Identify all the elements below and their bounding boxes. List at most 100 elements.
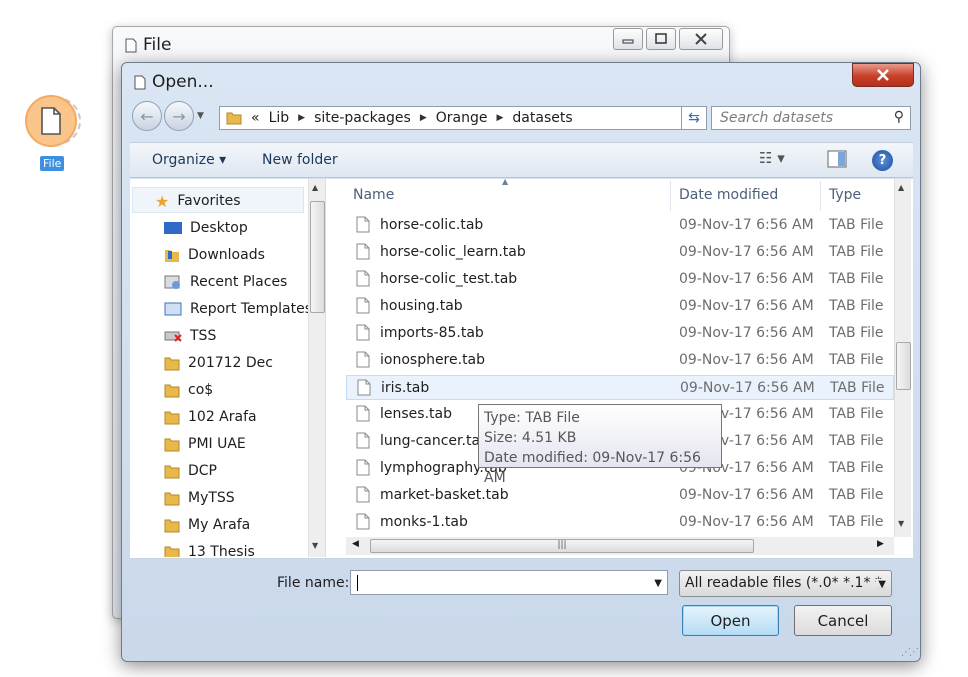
- file-type: TAB File: [829, 325, 884, 341]
- file-list-scrollbar[interactable]: ▲ ▼: [894, 179, 911, 537]
- file-type: TAB File: [829, 244, 884, 260]
- refresh-button[interactable]: ⇆: [681, 106, 707, 130]
- column-header-date[interactable]: Date modified: [679, 187, 778, 203]
- nav-scroll-thumb[interactable]: [310, 201, 325, 313]
- minimize-button[interactable]: [613, 28, 643, 50]
- search-placeholder: Search datasets: [720, 110, 834, 126]
- crumb-orange[interactable]: Orange: [436, 110, 488, 126]
- file-name: horse-colic_test.tab: [380, 271, 518, 287]
- history-dropdown-icon[interactable]: ▼: [197, 111, 204, 121]
- nav-item-downloads[interactable]: Downloads: [164, 243, 265, 267]
- sort-ascending-icon: ▲: [502, 177, 509, 186]
- nav-item-label: 201712 Dec: [188, 355, 273, 371]
- nav-scrollbar[interactable]: ▲ ▼: [308, 179, 325, 557]
- nav-item-folder[interactable]: 201712 Dec: [164, 351, 273, 375]
- file-name-input[interactable]: ▼: [350, 570, 668, 595]
- crumb-lib[interactable]: Lib: [269, 110, 290, 126]
- scroll-down-icon[interactable]: ▼: [898, 519, 904, 528]
- open-button[interactable]: Open: [682, 605, 779, 636]
- chevron-down-icon[interactable]: ▼: [876, 579, 886, 590]
- nav-item-folder[interactable]: DCP: [164, 459, 217, 483]
- nav-item-folder[interactable]: My Arafa: [164, 513, 250, 537]
- file-row[interactable]: housing.tab 09-Nov-17 6:56 AM TAB File: [346, 294, 894, 319]
- chevron-right-icon[interactable]: ▶: [420, 113, 427, 123]
- nav-item-report-templates[interactable]: Report Templates: [164, 297, 312, 321]
- file-scroll-thumb[interactable]: [896, 342, 911, 390]
- file-date: 09-Nov-17 6:56 AM: [679, 244, 814, 260]
- file-type-select[interactable]: All readable files (*.0* *.1* *. ▼: [679, 570, 892, 597]
- search-input[interactable]: Search datasets ⚲: [711, 106, 911, 130]
- file-row[interactable]: iris.tab 09-Nov-17 6:56 AM TAB File: [346, 375, 894, 400]
- scroll-left-icon[interactable]: ◀: [352, 539, 359, 549]
- back-button[interactable]: ←: [132, 101, 162, 131]
- tooltip-size: Size: 4.51 KB: [484, 430, 577, 446]
- nav-item-label: PMI UAE: [188, 436, 246, 452]
- chevron-right-icon[interactable]: ▶: [298, 113, 305, 123]
- file-type: TAB File: [829, 433, 884, 449]
- file-row[interactable]: monks-1.tab 09-Nov-17 6:56 AM TAB File: [346, 510, 894, 535]
- nav-item-label: My Arafa: [188, 517, 251, 533]
- horizontal-scrollbar[interactable]: ◀ ||| ▶: [346, 537, 894, 555]
- nav-item-desktop[interactable]: Desktop: [164, 216, 248, 240]
- desktop-icon: [164, 222, 182, 234]
- minimize-icon: [622, 39, 634, 44]
- dialog-title: Open...: [134, 72, 214, 92]
- file-icon: [356, 270, 370, 291]
- resize-grip-icon[interactable]: ⋰⋰: [901, 647, 919, 658]
- scroll-right-icon[interactable]: ▶: [877, 539, 884, 549]
- scroll-up-icon[interactable]: ▲: [312, 183, 318, 192]
- file-date: 09-Nov-17 6:56 AM: [679, 352, 814, 368]
- address-bar[interactable]: « Lib ▶ site-packages ▶ Orange ▶ dataset…: [219, 106, 703, 130]
- file-name-dropdown-icon[interactable]: ▼: [654, 578, 662, 589]
- maximize-button[interactable]: [646, 28, 676, 50]
- nav-item-folder[interactable]: MyTSS: [164, 486, 235, 510]
- dialog-close-button[interactable]: [852, 63, 914, 87]
- column-header-name[interactable]: Name: [353, 187, 394, 203]
- document-icon: [134, 75, 146, 89]
- scroll-up-icon[interactable]: ▲: [898, 183, 904, 192]
- network-drive-icon: [164, 331, 182, 342]
- nav-item-folder[interactable]: 13 Thesis: [164, 540, 255, 557]
- column-header-type[interactable]: Type: [829, 187, 861, 203]
- file-row[interactable]: horse-colic_test.tab 09-Nov-17 6:56 AM TAB…: [346, 267, 894, 292]
- nav-item-folder[interactable]: PMI UAE: [164, 432, 246, 456]
- file-row[interactable]: ionosphere.tab 09-Nov-17 6:56 AM TAB File: [346, 348, 894, 373]
- file-icon: [357, 379, 371, 400]
- close-button[interactable]: [679, 28, 723, 50]
- forward-button[interactable]: →: [164, 101, 194, 131]
- nav-item-label: Recent Places: [190, 274, 288, 290]
- open-dialog: Open... ← → ▼ « Lib ▶ site-packages ▶ Or…: [121, 62, 921, 662]
- view-options-icon[interactable]: ☷ ▾: [759, 149, 785, 167]
- scroll-down-icon[interactable]: ▼: [312, 541, 318, 550]
- column-divider: [820, 181, 821, 211]
- widget-circle[interactable]: [25, 95, 77, 147]
- nav-item-folder[interactable]: co$: [164, 378, 213, 402]
- file-type: TAB File: [829, 487, 884, 503]
- folder-icon: [164, 465, 180, 479]
- nav-item-tss[interactable]: TSS: [164, 324, 216, 348]
- maximize-icon: [655, 33, 667, 44]
- file-row[interactable]: horse-colic.tab 09-Nov-17 6:56 AM TAB File: [346, 213, 894, 238]
- organize-menu[interactable]: Organize ▾: [152, 152, 226, 168]
- address-overflow[interactable]: «: [251, 110, 260, 126]
- file-row[interactable]: horse-colic_learn.tab 09-Nov-17 6:56 AM TA…: [346, 240, 894, 265]
- folder-icon: [164, 357, 180, 371]
- help-icon[interactable]: ?: [872, 150, 893, 171]
- horizontal-scroll-thumb[interactable]: |||: [370, 539, 754, 553]
- file-icon: [356, 513, 370, 534]
- file-type: TAB File: [829, 406, 884, 422]
- nav-item-recent-places[interactable]: Recent Places: [164, 270, 287, 294]
- nav-item-folder[interactable]: 102 Arafa: [164, 405, 257, 429]
- file-widget[interactable]: File: [25, 95, 81, 175]
- new-folder-button[interactable]: New folder: [262, 152, 338, 168]
- refresh-icon: ⇆: [688, 110, 700, 126]
- preview-pane-button[interactable]: [827, 150, 847, 172]
- chevron-right-icon[interactable]: ▶: [496, 113, 503, 123]
- file-row[interactable]: imports-85.tab 09-Nov-17 6:56 AM TAB File: [346, 321, 894, 346]
- nav-item-favorites[interactable]: ★ Favorites: [155, 189, 241, 213]
- cancel-button[interactable]: Cancel: [794, 605, 892, 636]
- crumb-datasets[interactable]: datasets: [512, 110, 572, 126]
- crumb-site-packages[interactable]: site-packages: [314, 110, 411, 126]
- folder-icon: [164, 519, 180, 533]
- widget-label: File: [40, 156, 65, 171]
